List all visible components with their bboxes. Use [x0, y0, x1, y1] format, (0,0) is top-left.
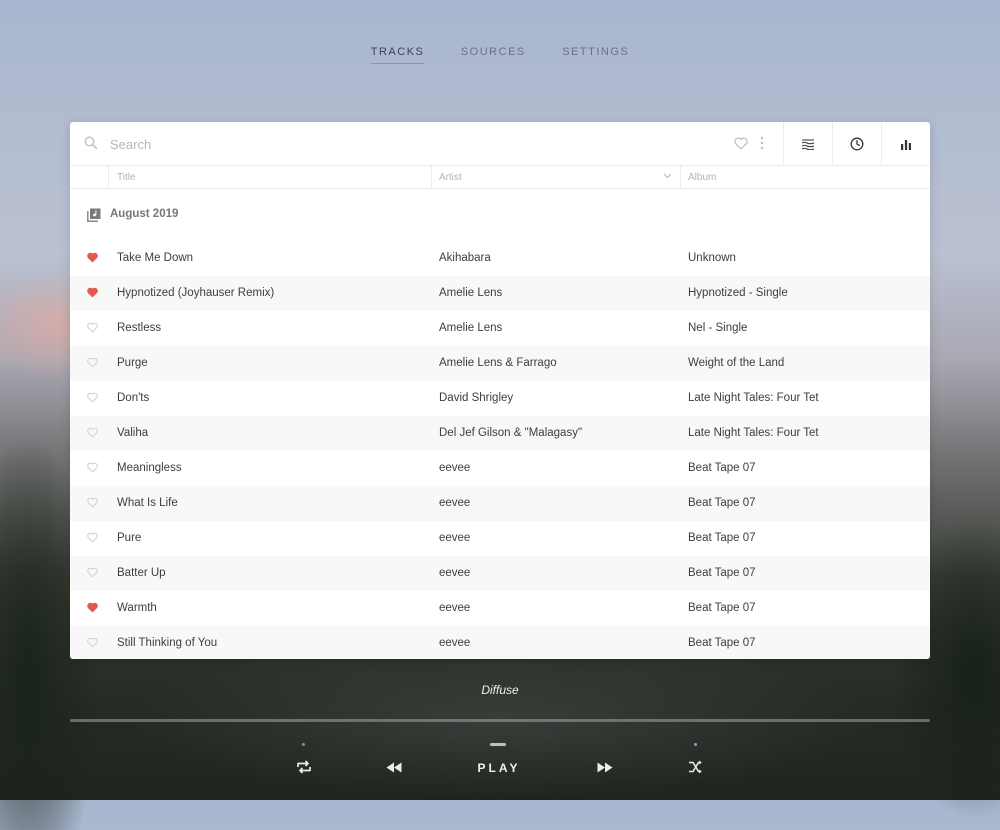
track-row[interactable]: What Is Life eevee Beat Tape 07	[70, 486, 930, 521]
heart-icon[interactable]	[87, 497, 98, 508]
track-album: Beat Tape 07	[688, 532, 756, 544]
track-title: Purge	[117, 357, 148, 369]
column-divider	[431, 166, 432, 188]
now-playing-title: Diffuse	[481, 683, 519, 697]
track-title: Batter Up	[117, 567, 166, 579]
heart-icon[interactable]	[87, 567, 98, 578]
heart-icon[interactable]	[87, 322, 98, 333]
track-row[interactable]: Meaningless eevee Beat Tape 07	[70, 451, 930, 486]
track-row[interactable]: Purge Amelie Lens & Farrago Weight of the …	[70, 346, 930, 381]
clock-icon	[850, 137, 864, 150]
track-album: Late Night Tales: Four Tet	[688, 392, 819, 404]
tab-tracks[interactable]: TRACKS	[370, 46, 425, 64]
group-label: August 2019	[110, 208, 179, 220]
play-button[interactable]: PLAY	[460, 761, 538, 775]
heart-icon[interactable]	[87, 427, 98, 438]
track-row[interactable]: Valiha Del Jef Gilson & "Malagasy" Late Ni…	[70, 416, 930, 451]
search-icon	[84, 136, 98, 150]
volume-bar[interactable]	[490, 743, 506, 746]
heart-icon[interactable]	[87, 532, 98, 543]
date-group-header: August 2019	[70, 189, 930, 241]
heart-icon[interactable]	[87, 602, 98, 613]
track-artist: Del Jef Gilson & "Malagasy"	[439, 427, 583, 439]
tab-sources[interactable]: SOURCES	[461, 46, 526, 63]
column-title[interactable]: Title	[117, 166, 136, 188]
tab-settings[interactable]: SETTINGS	[562, 46, 629, 63]
shuffle-indicator-dot	[694, 743, 697, 746]
heart-icon[interactable]	[87, 392, 98, 403]
column-divider	[108, 166, 109, 188]
column-divider	[680, 166, 681, 188]
track-album: Beat Tape 07	[688, 567, 756, 579]
track-title: Warmth	[117, 602, 157, 614]
rewind-icon[interactable]	[386, 762, 402, 773]
repeat-icon[interactable]	[296, 760, 312, 774]
fast-forward-icon[interactable]	[597, 762, 613, 773]
track-row[interactable]: Pure eevee Beat Tape 07	[70, 521, 930, 556]
track-row[interactable]: Still Thinking of You eevee Beat Tape 07	[70, 626, 930, 659]
track-row[interactable]: Hypnotized (Joyhauser Remix) Amelie Lens H…	[70, 276, 930, 311]
track-title: Still Thinking of You	[117, 637, 218, 649]
track-album: Late Night Tales: Four Tet	[688, 427, 819, 439]
chevron-down-icon[interactable]	[663, 173, 672, 179]
track-album: Beat Tape 07	[688, 637, 756, 649]
track-row[interactable]: Batter Up eevee Beat Tape 07	[70, 556, 930, 591]
track-title: Don'ts	[117, 392, 150, 404]
track-title: Valiha	[117, 427, 149, 439]
waves-icon	[801, 138, 815, 150]
track-title: What Is Life	[117, 497, 178, 509]
track-artist: Akihabara	[439, 252, 491, 264]
column-header: Title Artist Album	[70, 166, 930, 189]
track-artist: Amelie Lens	[439, 287, 503, 299]
favorites-filter-heart-icon[interactable]	[734, 137, 748, 150]
track-artist: David Shrigley	[439, 392, 514, 404]
more-vertical-icon[interactable]	[760, 136, 764, 150]
recent-button[interactable]	[832, 122, 881, 165]
track-artist: eevee	[439, 462, 471, 474]
track-title: Restless	[117, 322, 162, 334]
repeat-indicator-dot	[302, 743, 305, 746]
track-album: Weight of the Land	[688, 357, 785, 369]
shuffle-icon[interactable]	[688, 760, 703, 774]
track-album: Unknown	[688, 252, 736, 264]
track-artist: eevee	[439, 602, 471, 614]
track-title: Meaningless	[117, 462, 182, 474]
track-artist: eevee	[439, 497, 471, 509]
track-album: Beat Tape 07	[688, 497, 756, 509]
track-artist: Amelie Lens	[439, 322, 503, 334]
column-album[interactable]: Album	[688, 166, 716, 188]
column-artist[interactable]: Artist	[439, 166, 462, 188]
track-artist: eevee	[439, 567, 471, 579]
progress-bar[interactable]	[70, 719, 930, 722]
view-waves-button[interactable]	[783, 122, 832, 165]
track-row[interactable]: Restless Amelie Lens Nel - Single	[70, 311, 930, 346]
track-artist: eevee	[439, 532, 471, 544]
track-album: Hypnotized - Single	[688, 287, 788, 299]
track-artist: eevee	[439, 637, 471, 649]
album-stack-icon	[87, 208, 101, 222]
search-input[interactable]	[108, 132, 672, 156]
track-album: Nel - Single	[688, 322, 748, 334]
track-title: Pure	[117, 532, 142, 544]
track-row[interactable]: Take Me Down Akihabara Unknown	[70, 241, 930, 276]
track-title: Hypnotized (Joyhauser Remix)	[117, 287, 275, 299]
heart-icon[interactable]	[87, 252, 98, 263]
tracks-panel: Title Artist Album August 2019 Take Me D…	[70, 122, 930, 659]
heart-icon[interactable]	[87, 357, 98, 368]
stats-button[interactable]	[881, 122, 930, 165]
track-title: Take Me Down	[117, 252, 194, 264]
track-artist: Amelie Lens & Farrago	[439, 357, 557, 369]
toolbar	[70, 122, 930, 166]
track-album: Beat Tape 07	[688, 602, 756, 614]
top-navigation: TRACKS SOURCES SETTINGS	[0, 42, 1000, 64]
track-album: Beat Tape 07	[688, 462, 756, 474]
bar-chart-icon	[901, 139, 911, 150]
track-row[interactable]: Warmth eevee Beat Tape 07	[70, 591, 930, 626]
track-list: Take Me Down Akihabara Unknown Hypnotized (…	[70, 241, 930, 659]
track-row[interactable]: Don'ts David Shrigley Late Night Tales: Fo…	[70, 381, 930, 416]
heart-icon[interactable]	[87, 462, 98, 473]
heart-icon[interactable]	[87, 637, 98, 648]
heart-icon[interactable]	[87, 287, 98, 298]
